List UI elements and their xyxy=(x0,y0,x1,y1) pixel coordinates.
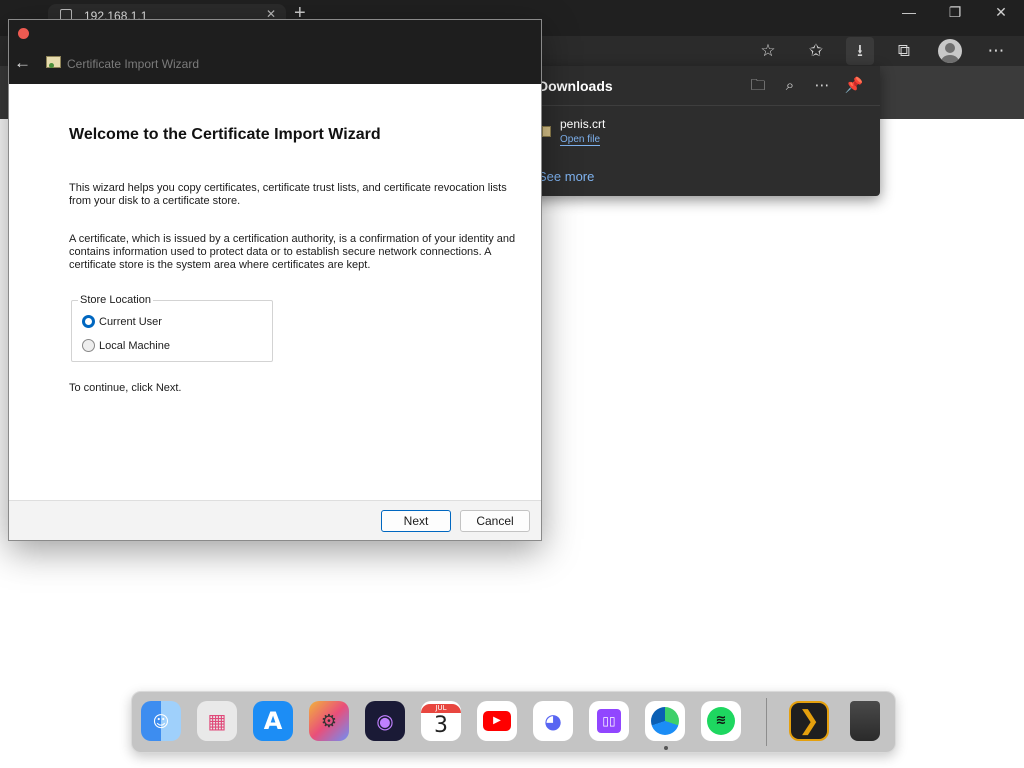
certificate-file-icon xyxy=(542,126,551,137)
pin-icon[interactable]: 📌 xyxy=(842,74,866,98)
store-location-label: Store Location xyxy=(78,294,153,306)
certificate-icon xyxy=(46,56,61,68)
running-indicator xyxy=(664,746,668,750)
search-icon[interactable]: ⌕ xyxy=(778,74,802,98)
dock: ☺ ▦ A ⚙ ◉ JUL 3 ▶ ◕ ▯▯ ≋ ❯ xyxy=(131,691,896,753)
dialog-titlebar: ← Certificate Import Wizard xyxy=(9,20,541,84)
edge-icon[interactable] xyxy=(645,701,685,741)
open-file-link[interactable]: Open file xyxy=(560,134,601,146)
calendar-icon[interactable]: JUL 3 xyxy=(421,701,461,741)
system-preferences-icon[interactable]: ⚙ xyxy=(309,701,349,741)
downloads-title: Downloads xyxy=(538,78,613,94)
collections-icon[interactable]: ⧉ xyxy=(890,37,918,65)
downloads-header: Downloads 🗀 ⌕ ⋯ 📌 xyxy=(520,66,880,106)
next-button[interactable]: Next xyxy=(381,510,451,532)
finder-icon[interactable]: ☺ xyxy=(141,701,181,741)
favorite-star-add-icon[interactable]: ☆ xyxy=(754,37,782,65)
back-arrow-icon[interactable]: ← xyxy=(14,53,31,73)
download-icon[interactable]: ⭳ xyxy=(846,37,874,65)
minimize-button[interactable]: — xyxy=(894,4,924,20)
close-button[interactable] xyxy=(18,28,29,39)
certificate-explanation: A certificate, which is issued by a cert… xyxy=(69,233,516,271)
restore-button[interactable]: ❐ xyxy=(940,4,970,21)
plex-icon[interactable]: ❯ xyxy=(789,701,829,741)
siri-icon[interactable]: ◉ xyxy=(365,701,405,741)
dialog-title: Certificate Import Wizard xyxy=(67,57,200,71)
wizard-description: This wizard helps you copy certificates,… xyxy=(69,182,507,207)
trash-icon[interactable] xyxy=(845,701,885,741)
spotify-icon[interactable]: ≋ xyxy=(701,701,741,741)
current-user-radio[interactable] xyxy=(82,315,95,328)
current-user-label[interactable]: Current User xyxy=(99,316,162,328)
local-machine-label[interactable]: Local Machine xyxy=(99,340,170,352)
continue-instruction: To continue, click Next. xyxy=(69,382,182,394)
more-icon[interactable]: ⋯ xyxy=(810,74,834,98)
close-window-button[interactable]: ✕ xyxy=(986,4,1016,21)
store-location-group: Store Location Current User Local Machin… xyxy=(71,294,273,362)
download-file-name[interactable]: penis.crt xyxy=(560,117,605,131)
cancel-button[interactable]: Cancel xyxy=(460,510,530,532)
wizard-heading: Welcome to the Certificate Import Wizard xyxy=(69,126,381,143)
certificate-import-wizard-dialog: ← Certificate Import Wizard Welcome to t… xyxy=(8,19,542,541)
downloads-panel: Downloads 🗀 ⌕ ⋯ 📌 penis.crt Open file Se… xyxy=(520,66,880,196)
dialog-footer: Next Cancel xyxy=(9,500,541,540)
profile-avatar[interactable] xyxy=(938,39,962,63)
dock-separator xyxy=(766,698,767,746)
twitch-icon[interactable]: ▯▯ xyxy=(589,701,629,741)
see-more-link[interactable]: See more xyxy=(538,169,594,184)
calendar-day: 3 xyxy=(434,712,448,738)
more-icon[interactable]: ⋯ xyxy=(982,37,1010,65)
favorites-icon[interactable]: ✩ xyxy=(802,37,830,65)
youtube-icon[interactable]: ▶ xyxy=(477,701,517,741)
launchpad-icon[interactable]: ▦ xyxy=(197,701,237,741)
folder-icon[interactable]: 🗀 xyxy=(746,74,770,98)
app-store-icon[interactable]: A xyxy=(253,701,293,741)
discord-icon[interactable]: ◕ xyxy=(533,701,573,741)
local-machine-radio[interactable] xyxy=(82,339,95,352)
calendar-month: JUL xyxy=(421,703,461,713)
